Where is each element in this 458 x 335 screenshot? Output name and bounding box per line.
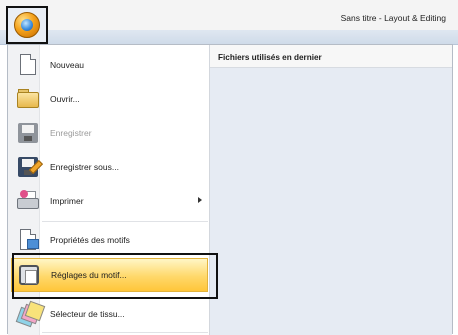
- menu-item-fabric-selector[interactable]: Sélecteur de tissu...: [11, 297, 208, 331]
- fabric-selector-icon: [15, 300, 46, 328]
- recent-files-title: Fichiers utilisés en dernier: [218, 53, 322, 62]
- menu-item-save-as[interactable]: Enregistrer sous...: [11, 150, 208, 184]
- menu-item-label: Nouveau: [50, 60, 85, 70]
- menu-item-label: Enregistrer sous...: [50, 162, 119, 172]
- menu-item-label: Enregistrer: [50, 128, 92, 138]
- new-document-icon: [15, 52, 41, 78]
- menu-item-open[interactable]: Ouvrir...: [11, 82, 208, 116]
- menu-item-label: Imprimer: [50, 196, 84, 206]
- menu-item-design-settings[interactable]: Réglages du motif...: [11, 258, 208, 292]
- menu-separator: [42, 332, 208, 333]
- application-menu: Nouveau Ouvrir... Enregistrer Enregistre…: [7, 44, 453, 335]
- save-as-icon: [15, 154, 44, 180]
- window-title: Sans titre - Layout & Editing: [340, 13, 446, 23]
- title-bar: Sans titre - Layout & Editing: [0, 0, 458, 31]
- printer-icon: [15, 188, 41, 214]
- menu-item-label: Réglages du motif...: [51, 270, 127, 280]
- menu-item-label: Propriétés des motifs: [50, 235, 130, 245]
- recent-files-header: Fichiers utilisés en dernier: [210, 45, 452, 68]
- application-button-callout: [6, 6, 48, 44]
- design-properties-icon: [15, 227, 41, 253]
- menu-item-design-properties[interactable]: Propriétés des motifs: [11, 223, 208, 257]
- menu-item-new[interactable]: Nouveau: [11, 48, 208, 82]
- menu-item-save[interactable]: Enregistrer: [11, 116, 208, 150]
- ribbon-strip: [0, 30, 458, 45]
- menu-item-label: Sélecteur de tissu...: [50, 309, 125, 319]
- menu-item-label: Ouvrir...: [50, 94, 80, 104]
- open-folder-icon: [15, 86, 41, 112]
- menu-separator: [42, 221, 208, 222]
- application-button[interactable]: [14, 12, 40, 38]
- menu-commands: Nouveau Ouvrir... Enregistrer Enregistre…: [8, 45, 218, 335]
- submenu-arrow-icon: [198, 197, 202, 203]
- design-settings-icon: [16, 262, 42, 288]
- menu-item-print[interactable]: Imprimer: [11, 184, 208, 218]
- recent-files-panel: Fichiers utilisés en dernier: [210, 45, 452, 335]
- app-menu-icon: [21, 19, 33, 31]
- save-icon: [15, 120, 41, 146]
